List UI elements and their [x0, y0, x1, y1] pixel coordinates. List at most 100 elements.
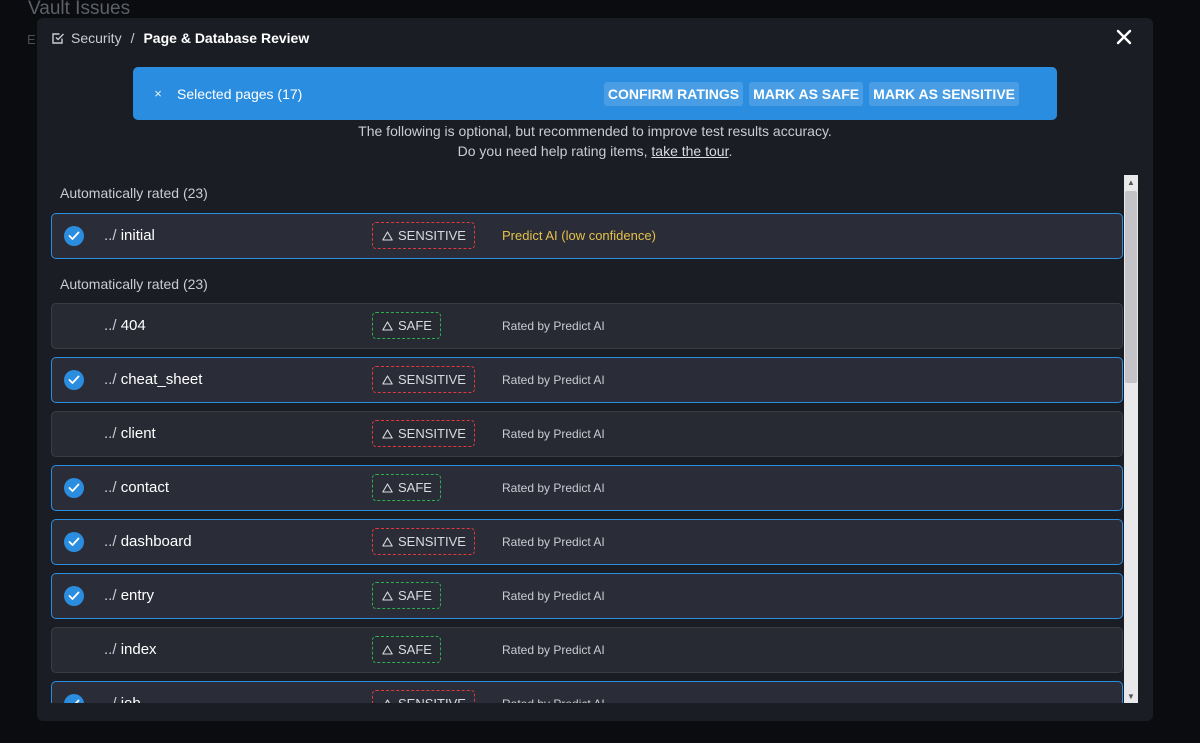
page-row[interactable]: ../ index SAFE Rated by Predict AI: [51, 627, 1123, 673]
page-path-prefix: ../: [104, 317, 117, 334]
page-name-text: dashboard: [120, 533, 192, 550]
page-name: ../ job: [104, 695, 141, 703]
clear-selection-button[interactable]: ×: [153, 86, 163, 101]
page-name-text: index: [120, 641, 157, 658]
rating-source: Rated by Predict AI: [502, 589, 605, 603]
page-row[interactable]: ../ 404 SAFE Rated by Predict AI: [51, 303, 1123, 349]
section-label: Automatically rated (23): [60, 276, 208, 292]
check-circle-icon[interactable]: [64, 532, 84, 552]
warning-triangle-icon: [382, 230, 393, 241]
page-path-prefix: ../: [104, 425, 117, 442]
page-path-prefix: ../: [104, 227, 117, 244]
check-circle-icon[interactable]: [64, 586, 84, 606]
rating-label: SENSITIVE: [398, 534, 466, 549]
rating-label: SAFE: [398, 480, 432, 495]
page-name: ../ client: [104, 425, 156, 442]
rating-badge[interactable]: SAFE: [372, 582, 441, 609]
page-row[interactable]: ../ entry SAFE Rated by Predict AI: [51, 573, 1123, 619]
check-circle-icon[interactable]: [64, 694, 84, 703]
page-row[interactable]: ../ contact SAFE Rated by Predict AI: [51, 465, 1123, 511]
warning-triangle-icon: [382, 644, 393, 655]
check-circle-icon[interactable]: [64, 478, 84, 498]
scrollbar-thumb[interactable]: [1125, 191, 1137, 383]
rating-source: Rated by Predict AI: [502, 319, 605, 333]
page-name-text: entry: [120, 587, 155, 604]
page-path-prefix: ../: [104, 695, 117, 703]
page-path-prefix: ../: [104, 479, 117, 496]
confirm-ratings-button[interactable]: CONFIRM RATINGS: [603, 82, 744, 106]
breadcrumb-parent-link[interactable]: Security: [71, 30, 122, 46]
rating-label: SAFE: [398, 642, 432, 657]
rating-badge[interactable]: SAFE: [372, 474, 441, 501]
checkbox-icon: [52, 33, 64, 44]
warning-triangle-icon: [382, 536, 393, 547]
scroll-up-icon[interactable]: ▲: [1124, 175, 1138, 189]
warning-triangle-icon: [382, 590, 393, 601]
page-list: Automatically rated (23) Automatically r…: [51, 175, 1123, 703]
rating-label: SENSITIVE: [398, 228, 466, 243]
rating-source: Predict AI (low confidence): [502, 228, 656, 243]
page-name: ../ entry: [104, 587, 154, 604]
list-scrollbar[interactable]: ▲ ▼: [1124, 175, 1138, 703]
page-row[interactable]: ../ dashboard SENSITIVE Rated by Predict A…: [51, 519, 1123, 565]
page-name-text: 404: [120, 317, 146, 334]
page-name-text: cheat_sheet: [120, 371, 203, 388]
page-path-prefix: ../: [104, 533, 117, 550]
page-row[interactable]: ../ cheat_sheet SENSITIVE Rated by Predict…: [51, 357, 1123, 403]
rating-source: Rated by Predict AI: [502, 481, 605, 495]
page-path-prefix: ../: [104, 587, 117, 604]
banner-actions: CONFIRM RATINGS MARK AS SAFE MARK AS SEN…: [603, 82, 1019, 106]
warning-triangle-icon: [384, 698, 391, 703]
rating-badge[interactable]: SENSITIVE: [372, 420, 475, 447]
check-circle-icon[interactable]: [64, 226, 84, 246]
rating-source: Rated by Predict AI: [502, 427, 605, 441]
page-row[interactable]: ../ initial SENSITIVE Predict AI (low conf…: [51, 213, 1123, 259]
tour-hint: Do you need help rating items, take the …: [37, 143, 1153, 159]
page-path-prefix: ../: [104, 641, 117, 658]
warning-triangle-icon: [382, 374, 393, 385]
mark-as-safe-button[interactable]: MARK AS SAFE: [749, 82, 864, 106]
warning-triangle-icon: [382, 428, 393, 439]
breadcrumb-separator: /: [130, 30, 135, 46]
background-page-title: Vault Issues: [28, 0, 131, 19]
optional-hint: The following is optional, but recommend…: [358, 123, 832, 139]
scroll-down-icon[interactable]: ▼: [1124, 689, 1138, 703]
check-circle-icon[interactable]: [64, 370, 84, 390]
page-name: ../ dashboard: [104, 533, 192, 550]
tour-hint-prefix: Do you need help rating items,: [457, 143, 652, 159]
rating-source: Rated by Predict AI: [502, 535, 605, 549]
breadcrumb-current: Page & Database Review: [143, 30, 310, 46]
breadcrumb: Security / Page & Database Review: [51, 28, 309, 48]
page-name-text: job: [121, 695, 141, 703]
rating-badge[interactable]: SENSITIVE: [372, 690, 475, 703]
take-the-tour-link[interactable]: take the tour: [651, 143, 728, 159]
tour-hint-suffix: .: [728, 143, 733, 159]
page-row[interactable]: ../ job SENSITIVE Rated by Predict AI: [51, 681, 1123, 703]
rating-source: Rated by Predict AI: [502, 697, 605, 703]
section-label: Automatically rated (23): [60, 185, 208, 201]
rating-badge[interactable]: SENSITIVE: [372, 528, 475, 555]
selected-pages-label: Selected pages (17): [177, 85, 303, 102]
close-icon[interactable]: [1115, 28, 1133, 46]
rating-source: Rated by Predict AI: [502, 643, 605, 657]
mark-as-sensitive-button[interactable]: MARK AS SENSITIVE: [869, 82, 1019, 106]
rating-label: SENSITIVE: [398, 372, 466, 387]
page-name: ../ initial: [104, 227, 155, 244]
page-name-text: client: [120, 425, 156, 442]
rating-label: SAFE: [398, 588, 432, 603]
rating-badge[interactable]: SAFE: [372, 636, 441, 663]
page-name: ../ cheat_sheet: [104, 371, 202, 388]
rating-label: SAFE: [398, 318, 432, 333]
rating-source: Rated by Predict AI: [502, 373, 605, 387]
page-row[interactable]: ../ client SENSITIVE Rated by Predict AI: [51, 411, 1123, 457]
selection-banner: × Selected pages (17) CONFIRM RATINGS MA…: [133, 67, 1057, 120]
page-name: ../ 404: [104, 317, 146, 334]
rating-badge[interactable]: SENSITIVE: [372, 366, 475, 393]
rating-badge[interactable]: SENSITIVE: [372, 222, 475, 249]
page-path-prefix: ../: [104, 371, 117, 388]
warning-triangle-icon: [382, 320, 393, 331]
review-modal: Security / Page & Database Review × Sele…: [37, 18, 1153, 721]
background-page-text: E: [27, 32, 36, 47]
page-name: ../ contact: [104, 479, 169, 496]
rating-badge[interactable]: SAFE: [372, 312, 441, 339]
